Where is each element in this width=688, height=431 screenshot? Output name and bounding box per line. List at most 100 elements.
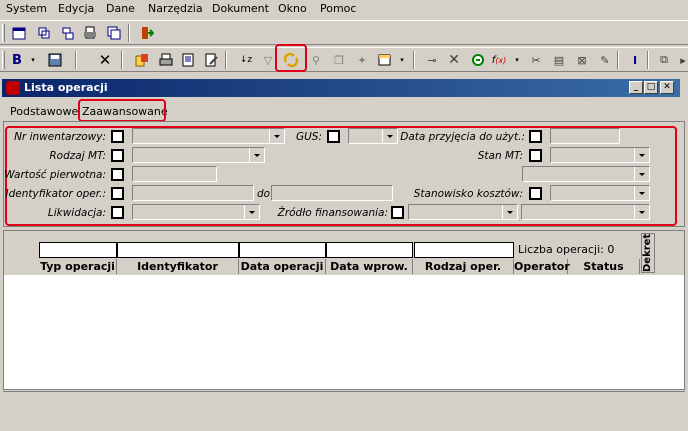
filter-icon[interactable]: ▽ <box>260 52 276 68</box>
filter-identyfikator[interactable] <box>117 242 239 258</box>
print-preview-icon[interactable] <box>82 25 98 41</box>
column-status[interactable]: Status <box>568 259 640 274</box>
new-window-icon[interactable] <box>11 25 27 41</box>
more-icon[interactable]: ▸ <box>675 52 688 68</box>
edit-document-icon[interactable] <box>203 52 219 68</box>
tab-podstawowe[interactable]: Podstawowe <box>6 101 78 121</box>
copy-icon[interactable]: ❐ <box>331 52 347 68</box>
column-dekret[interactable]: Dekret <box>641 233 655 273</box>
checkbox-stan-mt[interactable] <box>529 149 542 162</box>
checkbox-likwidacja[interactable] <box>111 206 124 219</box>
preview-icon[interactable] <box>180 52 196 68</box>
field-identyfikator-do[interactable] <box>271 185 393 201</box>
menu-okno[interactable]: Okno <box>278 2 307 15</box>
window-title: Lista operacji <box>24 81 108 94</box>
settings-icon[interactable]: ⧉ <box>656 52 672 68</box>
tile-icon[interactable] <box>60 25 76 41</box>
label-data-przyjecia: Data przyjęcia do użyt.: <box>400 131 525 143</box>
label-likwidacja: Likwidacja: <box>47 207 106 219</box>
function-dropdown-icon[interactable]: ▾ <box>509 52 525 68</box>
cancel-icon[interactable]: ✕ <box>446 52 462 68</box>
toolbar-actions: B ▾ ✕ ↓z ▽ ⚲ ❐ ✦ ▾ ⊸ ✕ f (x) ▾ ✂ ▤ ⊠ ✎ I … <box>0 47 688 72</box>
column-data-wprow[interactable]: Data wprow. <box>326 259 413 274</box>
filter-data-operacji[interactable] <box>239 242 326 258</box>
combo-zrodlo-finansowania[interactable] <box>408 204 518 220</box>
checkbox-stanowisko-kosztow[interactable] <box>529 187 542 200</box>
cascade-icon[interactable] <box>36 25 52 41</box>
windows-icon[interactable] <box>106 25 122 41</box>
label-do: do <box>257 188 271 200</box>
combo-zrodlo-extra[interactable] <box>521 204 650 220</box>
label-wartosc-pierwotna: Wartość pierwotna: <box>4 169 106 181</box>
label-identyfikator-oper: Identyfikator oper.: <box>5 188 106 200</box>
column-data-operacji[interactable]: Data operacji <box>239 259 326 274</box>
menu-dane[interactable]: Dane <box>106 2 135 15</box>
layers-icon[interactable]: ▤ <box>551 52 567 68</box>
toolbar-standard <box>0 20 688 45</box>
filter-typ-operacji[interactable] <box>39 242 117 258</box>
label-zrodlo-finansowania: Źródło finansowania: <box>277 207 388 219</box>
search-go-icon[interactable] <box>470 52 486 68</box>
field-wartosc-pierwotna[interactable] <box>132 166 217 182</box>
filter-data-wprow[interactable] <box>326 242 413 258</box>
field-data-przyjecia[interactable] <box>550 128 620 144</box>
close-button[interactable]: ✕ <box>660 81 674 94</box>
checkbox-identyfikator-oper[interactable] <box>111 187 124 200</box>
find-icon[interactable]: ⚲ <box>308 52 324 68</box>
combo-likwidacja[interactable] <box>132 204 260 220</box>
pin-icon[interactable]: ✎ <box>597 52 613 68</box>
field-identyfikator-od[interactable] <box>132 185 254 201</box>
column-rodzaj-oper[interactable]: Rodzaj oper. <box>413 259 514 274</box>
label-rodzaj-mt: Rodzaj MT: <box>49 150 106 162</box>
label-stan-mt: Stan MT: <box>477 150 523 162</box>
combo-nr-inwentarzowy[interactable] <box>132 128 285 144</box>
sort-icon[interactable]: ↓z <box>238 52 254 68</box>
label-stanowisko-kosztow: Stanowisko kosztów: <box>413 188 523 200</box>
combo-stanowisko-kosztow[interactable] <box>550 185 650 201</box>
label-gus: GUS: <box>295 131 322 143</box>
grid-header: Liczba operacji: 0 Typ operacji Identyfi… <box>4 231 684 275</box>
checkbox-nr-inwentarzowy[interactable] <box>111 130 124 143</box>
menu-edycja[interactable]: Edycja <box>58 2 94 15</box>
refresh-highlight <box>275 44 307 72</box>
checkbox-rodzaj-mt[interactable] <box>111 149 124 162</box>
column-identyfikator[interactable]: Identyfikator <box>117 259 239 274</box>
delete-icon[interactable]: ✕ <box>97 51 113 69</box>
column-typ-operacji[interactable]: Typ operacji <box>39 259 117 274</box>
key-icon[interactable]: ⊸ <box>424 52 440 68</box>
window-titlebar: Lista operacji _ □ ✕ <box>2 79 680 97</box>
wand-icon[interactable]: ✦ <box>354 52 370 68</box>
combo-rodzaj-mt[interactable] <box>132 147 265 163</box>
combo-wartosc-extra[interactable] <box>522 166 650 182</box>
operations-grid: Liczba operacji: 0 Typ operacji Identyfi… <box>3 230 685 390</box>
grid-delete-icon[interactable]: ⊠ <box>574 52 590 68</box>
notes-icon[interactable] <box>377 52 393 68</box>
tab-highlight <box>78 99 166 122</box>
menu-pomoc[interactable]: Pomoc <box>320 2 356 15</box>
minimize-button[interactable]: _ <box>629 81 643 94</box>
bold-icon[interactable]: B <box>9 52 25 68</box>
status-bar <box>3 391 685 431</box>
menu-dokument[interactable]: Dokument <box>212 2 269 15</box>
text-cursor-icon[interactable]: I <box>627 52 643 68</box>
checkbox-zrodlo-finansowania[interactable] <box>391 206 404 219</box>
filter-rodzaj-oper[interactable] <box>414 242 514 258</box>
operations-count: Liczba operacji: 0 <box>518 243 615 256</box>
maximize-button[interactable]: □ <box>644 81 658 94</box>
combo-stan-mt[interactable] <box>550 147 650 163</box>
print-icon[interactable] <box>158 52 174 68</box>
menu-system[interactable]: System <box>6 2 47 15</box>
checkbox-data-przyjecia[interactable] <box>529 130 542 143</box>
exit-icon[interactable] <box>139 25 155 41</box>
dropdown-arrow-icon[interactable]: ▾ <box>25 52 41 68</box>
export-icon[interactable] <box>134 52 150 68</box>
menu-narzedzia[interactable]: Narzędzia <box>148 2 203 15</box>
column-operator[interactable]: Operator <box>514 259 570 274</box>
function-icon[interactable]: f (x) <box>491 52 507 68</box>
save-icon[interactable] <box>47 52 63 68</box>
checkbox-gus[interactable] <box>327 130 340 143</box>
notes-dropdown-icon[interactable]: ▾ <box>394 52 410 68</box>
cut-icon[interactable]: ✂ <box>528 52 544 68</box>
checkbox-wartosc-pierwotna[interactable] <box>111 168 124 181</box>
combo-gus[interactable] <box>348 128 398 144</box>
